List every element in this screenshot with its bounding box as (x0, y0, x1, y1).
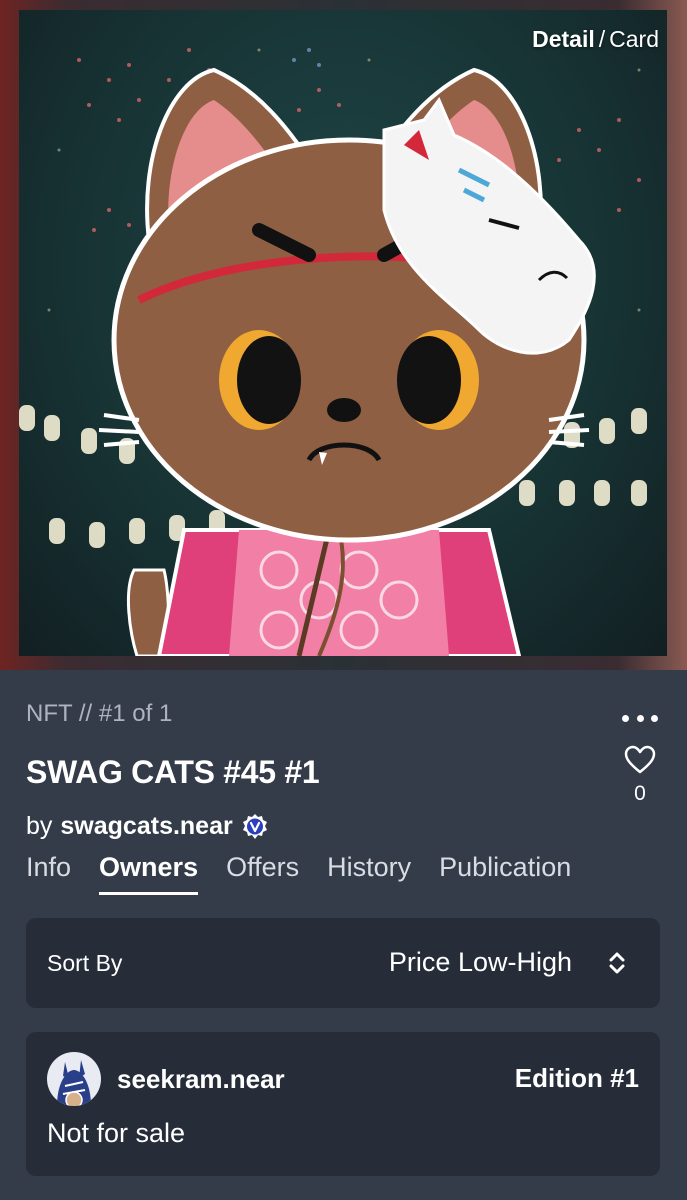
tab-owners[interactable]: Owners (99, 852, 199, 895)
tab-offers[interactable]: Offers (226, 852, 299, 893)
tab-history[interactable]: History (327, 852, 411, 893)
view-card-option[interactable]: Card (609, 26, 659, 52)
nft-edition-meta: NFT // #1 of 1 (26, 700, 173, 727)
creator-link[interactable]: swagcats.near (60, 812, 232, 841)
owner-name-link[interactable]: seekram.near (117, 1064, 285, 1095)
view-toggle: Detail / Card (532, 26, 659, 53)
nft-image-area: Detail / Card (0, 0, 687, 670)
sale-status: Not for sale (47, 1118, 186, 1148)
more-horizontal-icon (622, 714, 629, 722)
sort-by-value: Price Low-High (388, 947, 572, 977)
chevron-up-down-icon (609, 952, 625, 974)
verified-badge-icon (242, 813, 267, 839)
sort-by-label: Sort By (47, 950, 123, 976)
tab-info[interactable]: Info (26, 852, 71, 893)
cat-artwork-illustration (19, 48, 647, 656)
detail-tabs: Info Owners Offers History Publication (26, 852, 599, 895)
sort-by-select[interactable]: Sort By Price Low-High (26, 918, 660, 1008)
view-detail-option[interactable]: Detail (532, 26, 595, 52)
owner-avatar[interactable] (47, 1052, 101, 1106)
more-dot (651, 714, 658, 722)
tab-publication[interactable]: Publication (439, 852, 571, 893)
nft-title: SWAG CATS #45 #1 (26, 754, 320, 790)
heart-icon (624, 745, 656, 774)
owner-avatar-image (47, 1052, 101, 1106)
view-toggle-separator: / (598, 26, 606, 52)
owner-list-item: seekram.near Edition #1 Not for sale (26, 1032, 660, 1176)
creator-line: by swagcats.near (26, 812, 269, 841)
edition-number: Edition #1 (514, 1063, 639, 1093)
creator-by-label: by (26, 812, 53, 840)
nft-artwork[interactable] (19, 10, 667, 656)
more-dot (636, 714, 644, 722)
more-options-button[interactable] (622, 710, 658, 726)
like-count: 0 (634, 782, 646, 805)
like-button[interactable]: 0 (622, 745, 658, 806)
